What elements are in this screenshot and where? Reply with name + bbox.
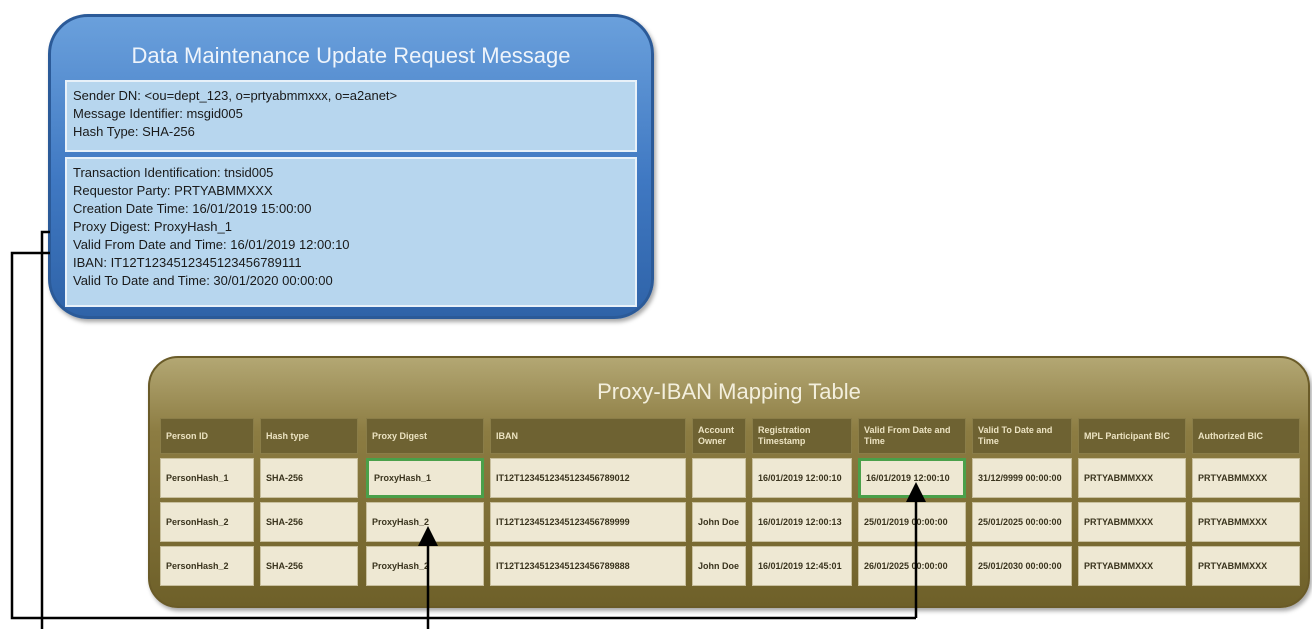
iban-line: IBAN: IT12T1234512345123456789111 [73,255,302,270]
proxy-digest-line: Proxy Digest: ProxyHash_1 [73,219,232,234]
sender-dn-line: Sender DN: <ou=dept_123, o=prtyabmmxxx, … [73,88,398,103]
table-cell: ProxyHash_2 [366,502,484,542]
table-cell [692,458,746,498]
table-cell-highlighted: 16/01/2019 12:00:10 [858,458,966,498]
message-title: Data Maintenance Update Request Message [131,43,571,68]
table-header: Valid From Date and Time [858,418,966,454]
table-cell: PRTYABMMXXX [1192,458,1300,498]
table-cell: 26/01/2025 00:00:00 [858,546,966,586]
valid-to-line: Valid To Date and Time: 30/01/2020 00:00… [73,273,333,288]
requestor-party-line: Requestor Party: PRTYABMMXXX [73,183,273,198]
transaction-identification-line: Transaction Identification: tnsid005 [73,165,274,180]
table-cell: PersonHash_1 [160,458,254,498]
table-cell: SHA-256 [260,502,358,542]
table-header: Proxy Digest [366,418,484,454]
table-cell: PRTYABMMXXX [1078,502,1186,542]
table-cell: PRTYABMMXXX [1078,458,1186,498]
table-cell: 25/01/2030 00:00:00 [972,546,1072,586]
hash-type-line: Hash Type: SHA-256 [73,124,195,139]
table-cell: ProxyHash_2 [366,546,484,586]
table-title: Proxy-IBAN Mapping Table [597,379,861,404]
table-header: Account Owner [692,418,746,454]
table-cell: SHA-256 [260,458,358,498]
table-cell: PersonHash_2 [160,502,254,542]
table-cell-highlighted: ProxyHash_1 [366,458,484,498]
table-header: Person ID [160,418,254,454]
message-identifier-line: Message Identifier: msgid005 [73,106,243,121]
table-header: Valid To Date and Time [972,418,1072,454]
table-cell: IT12T1234512345123456789888 [490,546,686,586]
creation-date-time-line: Creation Date Time: 16/01/2019 15:00:00 [73,201,312,216]
table-header: IBAN [490,418,686,454]
table-cell: PRTYABMMXXX [1192,502,1300,542]
table-cell: IT12T1234512345123456789999 [490,502,686,542]
update-request-message-box: Data Maintenance Update Request Message … [48,14,654,319]
table-cell: 25/01/2019 00:00:00 [858,502,966,542]
table-cell: PRTYABMMXXX [1078,546,1186,586]
table-cell: PRTYABMMXXX [1192,546,1300,586]
table-cell: IT12T1234512345123456789012 [490,458,686,498]
table-header: Authorized BIC [1192,418,1300,454]
proxy-digest-connector [40,230,50,629]
message-header-section: Sender DN: <ou=dept_123, o=prtyabmmxxx, … [65,80,637,152]
table-cell: 16/01/2019 12:00:10 [752,458,852,498]
table-cell: 31/12/9999 00:00:00 [972,458,1072,498]
table-header: Hash type [260,418,358,454]
table-cell: John Doe [692,546,746,586]
table-cell: 16/01/2019 12:00:13 [752,502,852,542]
table-header: Registration Timestamp [752,418,852,454]
valid-from-line: Valid From Date and Time: 16/01/2019 12:… [73,237,350,252]
table-cell: John Doe [692,502,746,542]
table-cell: PersonHash_2 [160,546,254,586]
table-cell: 25/01/2025 00:00:00 [972,502,1072,542]
table-cell: SHA-256 [260,546,358,586]
table-header: MPL Participant BIC [1078,418,1186,454]
message-body-section: Transaction Identification: tnsid005 Req… [65,157,637,307]
table-cell: 16/01/2019 12:45:01 [752,546,852,586]
